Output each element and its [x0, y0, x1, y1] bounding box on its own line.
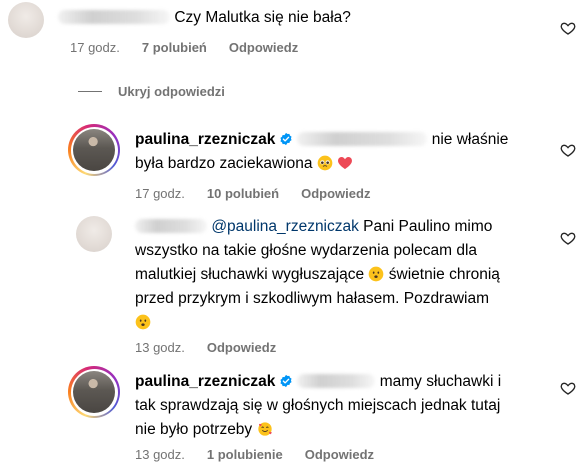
mention-link[interactable]: @paulina_rzezniczak [211, 218, 359, 235]
reply-meta: 13 godz. Odpowiedz [135, 340, 276, 355]
like-heart-icon[interactable] [560, 142, 576, 158]
reply-body-line2: wszystko na takie głośne wydarzenia pole… [135, 242, 478, 259]
reply-body-line3b: świetnie chronią [388, 266, 500, 283]
smiling-face-with-hearts-emoji-icon [257, 422, 272, 436]
like-heart-icon[interactable] [560, 20, 576, 36]
reply-button[interactable]: Odpowiedz [229, 40, 298, 55]
author-avatar[interactable] [68, 366, 120, 418]
verified-badge-icon [280, 132, 292, 146]
commenter-avatar[interactable] [76, 216, 112, 252]
reply-time: 13 godz. [135, 447, 185, 462]
blurred-username[interactable] [58, 10, 170, 24]
reply-body-line1: mamy słuchawki i [379, 373, 502, 390]
reply-body-line1: Pani Paulino mimo [358, 218, 493, 235]
reply-body-line3: nie było potrzeby [135, 421, 253, 438]
pleading-face-emoji-icon [317, 155, 333, 171]
reply-likes[interactable]: 1 polubienie [207, 447, 283, 462]
reply-username[interactable]: paulina_rzezniczak [135, 373, 275, 390]
blurred-mention[interactable] [297, 374, 376, 388]
like-heart-icon[interactable] [560, 380, 576, 396]
reply-button[interactable]: Odpowiedz [305, 447, 374, 462]
smiling-face-emoji-icon [135, 314, 151, 330]
reply-button[interactable]: Odpowiedz [301, 186, 370, 201]
reply-meta: 13 godz. 1 polubienie Odpowiedz [135, 447, 374, 462]
reply-body-line2: była bardzo zaciekawiona [135, 155, 313, 172]
blurred-username[interactable] [135, 219, 207, 233]
smiling-face-emoji-icon [369, 266, 384, 282]
reply-body-line1: nie właśnie [431, 131, 509, 148]
hide-replies-label: Ukryj odpowiedzi [118, 84, 225, 99]
red-heart-emoji-icon [338, 157, 353, 169]
comment-time: 17 godz. [70, 40, 120, 55]
author-avatar[interactable] [68, 124, 120, 176]
reply-time: 13 godz. [135, 340, 185, 355]
hide-replies-toggle[interactable]: Ukryj odpowiedzi [78, 84, 225, 99]
blurred-mention[interactable] [297, 132, 428, 146]
commenter-avatar[interactable] [8, 2, 44, 38]
reply-username[interactable]: paulina_rzezniczak [135, 131, 275, 148]
comment-likes[interactable]: 7 polubień [142, 40, 207, 55]
comment-body: Czy Malutka się nie bała? [174, 9, 351, 26]
reply-text: paulina_rzezniczak mamy słuchawki i tak … [135, 370, 555, 442]
comment-meta: 17 godz. 7 polubień Odpowiedz [70, 40, 298, 55]
divider-line [78, 91, 102, 92]
reply-meta: 17 godz. 10 polubień Odpowiedz [135, 186, 370, 201]
like-heart-icon[interactable] [560, 230, 576, 246]
reply-body-line4: przed przykrym i szkodliwym hałasem. Poz… [135, 290, 490, 307]
reply-text: paulina_rzezniczak nie właśnie była bard… [135, 128, 555, 176]
comment-text: Czy Malutka się nie bała? [58, 6, 351, 30]
verified-badge-icon [280, 374, 292, 388]
reply-text: @paulina_rzezniczak Pani Paulino mimo ws… [135, 215, 555, 335]
reply-button[interactable]: Odpowiedz [207, 340, 276, 355]
reply-time: 17 godz. [135, 186, 185, 201]
reply-body-line3: malutkiej słuchawki wygłuszające [135, 266, 365, 283]
reply-likes[interactable]: 10 polubień [207, 186, 279, 201]
reply-body-line2: tak sprawdzają się w głośnych miejscach … [135, 397, 501, 414]
